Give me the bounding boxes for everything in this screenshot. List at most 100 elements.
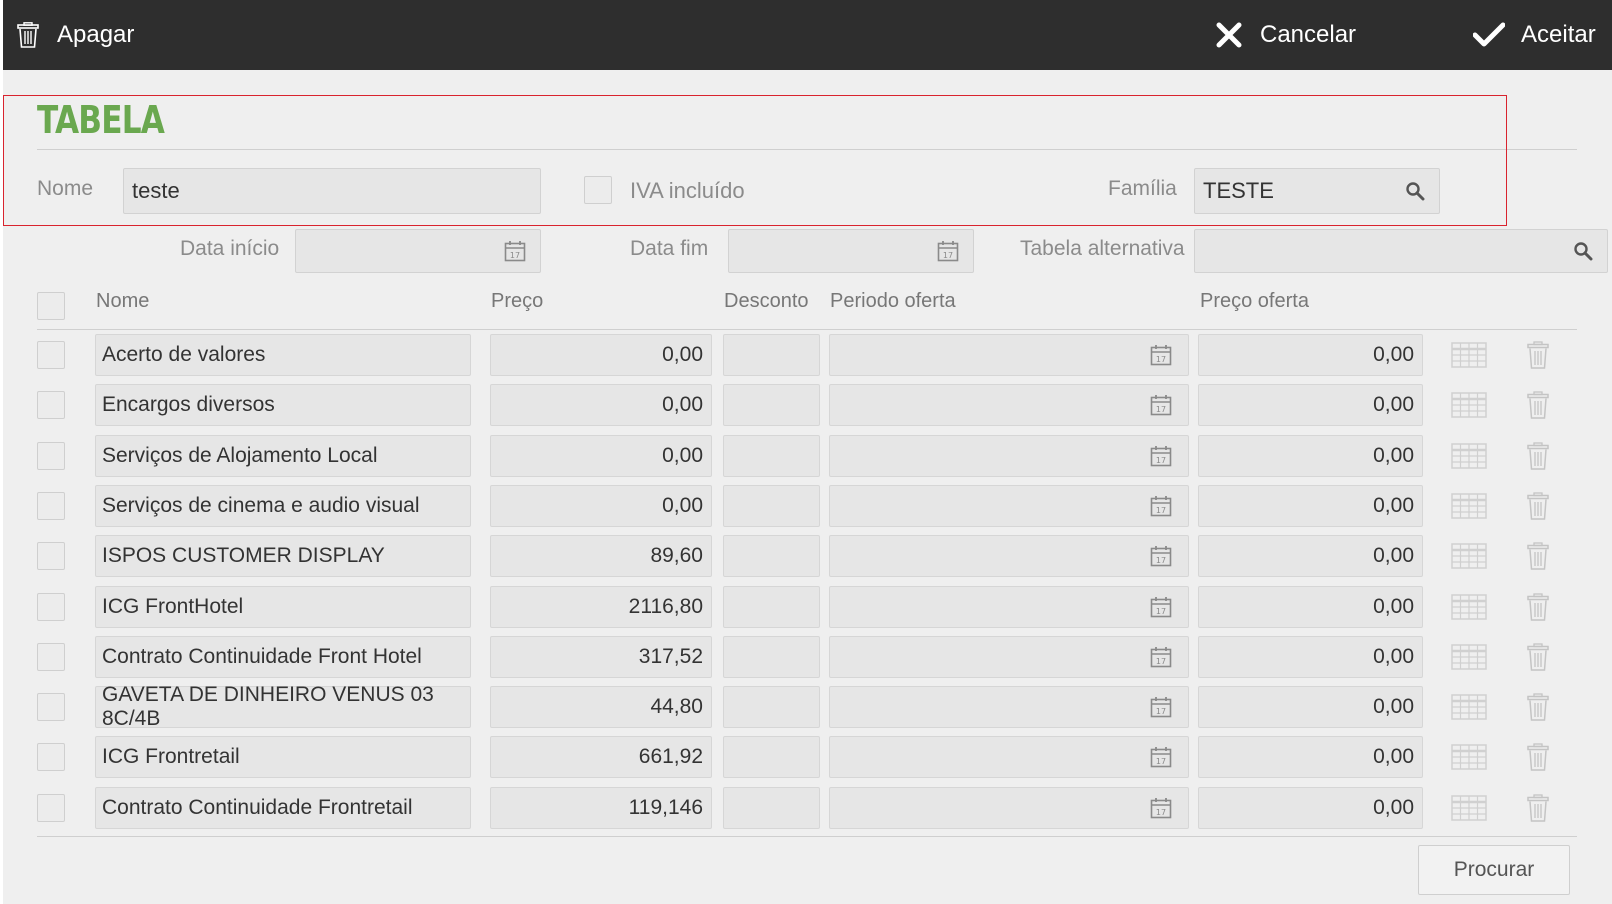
- row-name-input[interactable]: Serviços de Alojamento Local: [95, 435, 471, 477]
- search-icon[interactable]: [1573, 241, 1593, 261]
- calendar-icon[interactable]: 17: [1150, 445, 1172, 467]
- row-discount-input[interactable]: [723, 535, 820, 577]
- row-name-input[interactable]: ICG Frontretail: [95, 736, 471, 778]
- row-checkbox[interactable]: [37, 442, 65, 470]
- row-checkbox[interactable]: [37, 542, 65, 570]
- row-offer-price-input[interactable]: 0,00: [1198, 435, 1423, 477]
- calendar-icon[interactable]: 17: [1150, 746, 1172, 768]
- row-name-input[interactable]: Serviços de cinema e audio visual: [95, 485, 471, 527]
- row-price-input[interactable]: 317,52: [490, 636, 712, 678]
- row-name-input[interactable]: Encargos diversos: [95, 384, 471, 426]
- trash-icon[interactable]: [1527, 643, 1549, 671]
- trash-icon[interactable]: [1527, 593, 1549, 621]
- row-name-input[interactable]: Acerto de valores: [95, 334, 471, 376]
- calendar-icon[interactable]: 17: [1150, 696, 1172, 718]
- row-checkbox[interactable]: [37, 391, 65, 419]
- row-offer-price-input[interactable]: 0,00: [1198, 535, 1423, 577]
- row-discount-input[interactable]: [723, 435, 820, 477]
- row-offer-price-input[interactable]: 0,00: [1198, 384, 1423, 426]
- calendar-icon[interactable]: 17: [1150, 495, 1172, 517]
- row-offer-period-input[interactable]: 17: [829, 334, 1189, 376]
- row-discount-input[interactable]: [723, 384, 820, 426]
- row-discount-input[interactable]: [723, 485, 820, 527]
- row-discount-input[interactable]: [723, 334, 820, 376]
- row-name-input[interactable]: Contrato Continuidade Front Hotel: [95, 636, 471, 678]
- row-discount-input[interactable]: [723, 586, 820, 628]
- cancel-button[interactable]: Cancelar: [1216, 0, 1356, 70]
- row-offer-price-input[interactable]: 0,00: [1198, 485, 1423, 527]
- calendar-icon[interactable]: 17: [504, 240, 526, 262]
- row-name-input[interactable]: Contrato Continuidade Frontretail: [95, 787, 471, 829]
- search-icon[interactable]: [1405, 181, 1425, 201]
- row-name-input[interactable]: ICG FrontHotel: [95, 586, 471, 628]
- row-checkbox[interactable]: [37, 643, 65, 671]
- row-offer-period-input[interactable]: 17: [829, 384, 1189, 426]
- row-price-input[interactable]: 661,92: [490, 736, 712, 778]
- trash-icon[interactable]: [1527, 794, 1549, 822]
- select-all-checkbox[interactable]: [37, 292, 65, 320]
- row-price-input[interactable]: 119,146: [490, 787, 712, 829]
- grid-icon[interactable]: [1451, 443, 1487, 469]
- row-name-input[interactable]: ISPOS CUSTOMER DISPLAY: [95, 535, 471, 577]
- calendar-icon[interactable]: 17: [1150, 797, 1172, 819]
- row-price-input[interactable]: 0,00: [490, 485, 712, 527]
- calendar-icon[interactable]: 17: [1150, 344, 1172, 366]
- calendar-icon[interactable]: 17: [1150, 646, 1172, 668]
- row-name-input[interactable]: GAVETA DE DINHEIRO VENUS 03 8C/4B: [95, 683, 471, 730]
- calendar-icon[interactable]: 17: [1150, 394, 1172, 416]
- row-offer-price-input[interactable]: 0,00: [1198, 334, 1423, 376]
- row-price-input[interactable]: 0,00: [490, 334, 712, 376]
- trash-icon[interactable]: [1527, 341, 1549, 369]
- trash-icon[interactable]: [1527, 542, 1549, 570]
- delete-button[interactable]: Apagar: [17, 0, 134, 70]
- grid-icon[interactable]: [1451, 493, 1487, 519]
- grid-icon[interactable]: [1451, 694, 1487, 720]
- row-discount-input[interactable]: [723, 686, 820, 728]
- row-checkbox[interactable]: [37, 492, 65, 520]
- row-price-input[interactable]: 0,00: [490, 435, 712, 477]
- row-price-input[interactable]: 44,80: [490, 686, 712, 728]
- row-price-input[interactable]: 2116,80: [490, 586, 712, 628]
- trash-icon[interactable]: [1527, 693, 1549, 721]
- row-discount-input[interactable]: [723, 787, 820, 829]
- calendar-icon[interactable]: 17: [937, 240, 959, 262]
- row-offer-period-input[interactable]: 17: [829, 586, 1189, 628]
- grid-icon[interactable]: [1451, 644, 1487, 670]
- grid-icon[interactable]: [1451, 594, 1487, 620]
- row-offer-price-input[interactable]: 0,00: [1198, 686, 1423, 728]
- row-offer-period-input[interactable]: 17: [829, 485, 1189, 527]
- calendar-icon[interactable]: 17: [1150, 545, 1172, 567]
- family-input[interactable]: TESTE: [1194, 168, 1440, 214]
- row-offer-price-input[interactable]: 0,00: [1198, 787, 1423, 829]
- start-date-input[interactable]: 17: [295, 229, 541, 273]
- row-offer-period-input[interactable]: 17: [829, 636, 1189, 678]
- row-checkbox[interactable]: [37, 693, 65, 721]
- row-offer-period-input[interactable]: 17: [829, 535, 1189, 577]
- grid-icon[interactable]: [1451, 342, 1487, 368]
- calendar-icon[interactable]: 17: [1150, 596, 1172, 618]
- grid-icon[interactable]: [1451, 392, 1487, 418]
- accept-button[interactable]: Aceitar: [1473, 0, 1596, 70]
- end-date-input[interactable]: 17: [728, 229, 974, 273]
- trash-icon[interactable]: [1527, 442, 1549, 470]
- row-offer-period-input[interactable]: 17: [829, 686, 1189, 728]
- name-input[interactable]: teste: [123, 168, 541, 214]
- row-offer-period-input[interactable]: 17: [829, 787, 1189, 829]
- grid-icon[interactable]: [1451, 795, 1487, 821]
- search-button[interactable]: Procurar: [1418, 845, 1570, 895]
- row-checkbox[interactable]: [37, 341, 65, 369]
- row-checkbox[interactable]: [37, 593, 65, 621]
- vat-included-checkbox[interactable]: [584, 176, 612, 204]
- row-checkbox[interactable]: [37, 743, 65, 771]
- alt-table-input[interactable]: [1194, 229, 1608, 273]
- row-discount-input[interactable]: [723, 636, 820, 678]
- trash-icon[interactable]: [1527, 743, 1549, 771]
- row-offer-price-input[interactable]: 0,00: [1198, 736, 1423, 778]
- trash-icon[interactable]: [1527, 492, 1549, 520]
- row-price-input[interactable]: 89,60: [490, 535, 712, 577]
- row-offer-period-input[interactable]: 17: [829, 435, 1189, 477]
- row-discount-input[interactable]: [723, 736, 820, 778]
- row-price-input[interactable]: 0,00: [490, 384, 712, 426]
- row-checkbox[interactable]: [37, 794, 65, 822]
- grid-icon[interactable]: [1451, 744, 1487, 770]
